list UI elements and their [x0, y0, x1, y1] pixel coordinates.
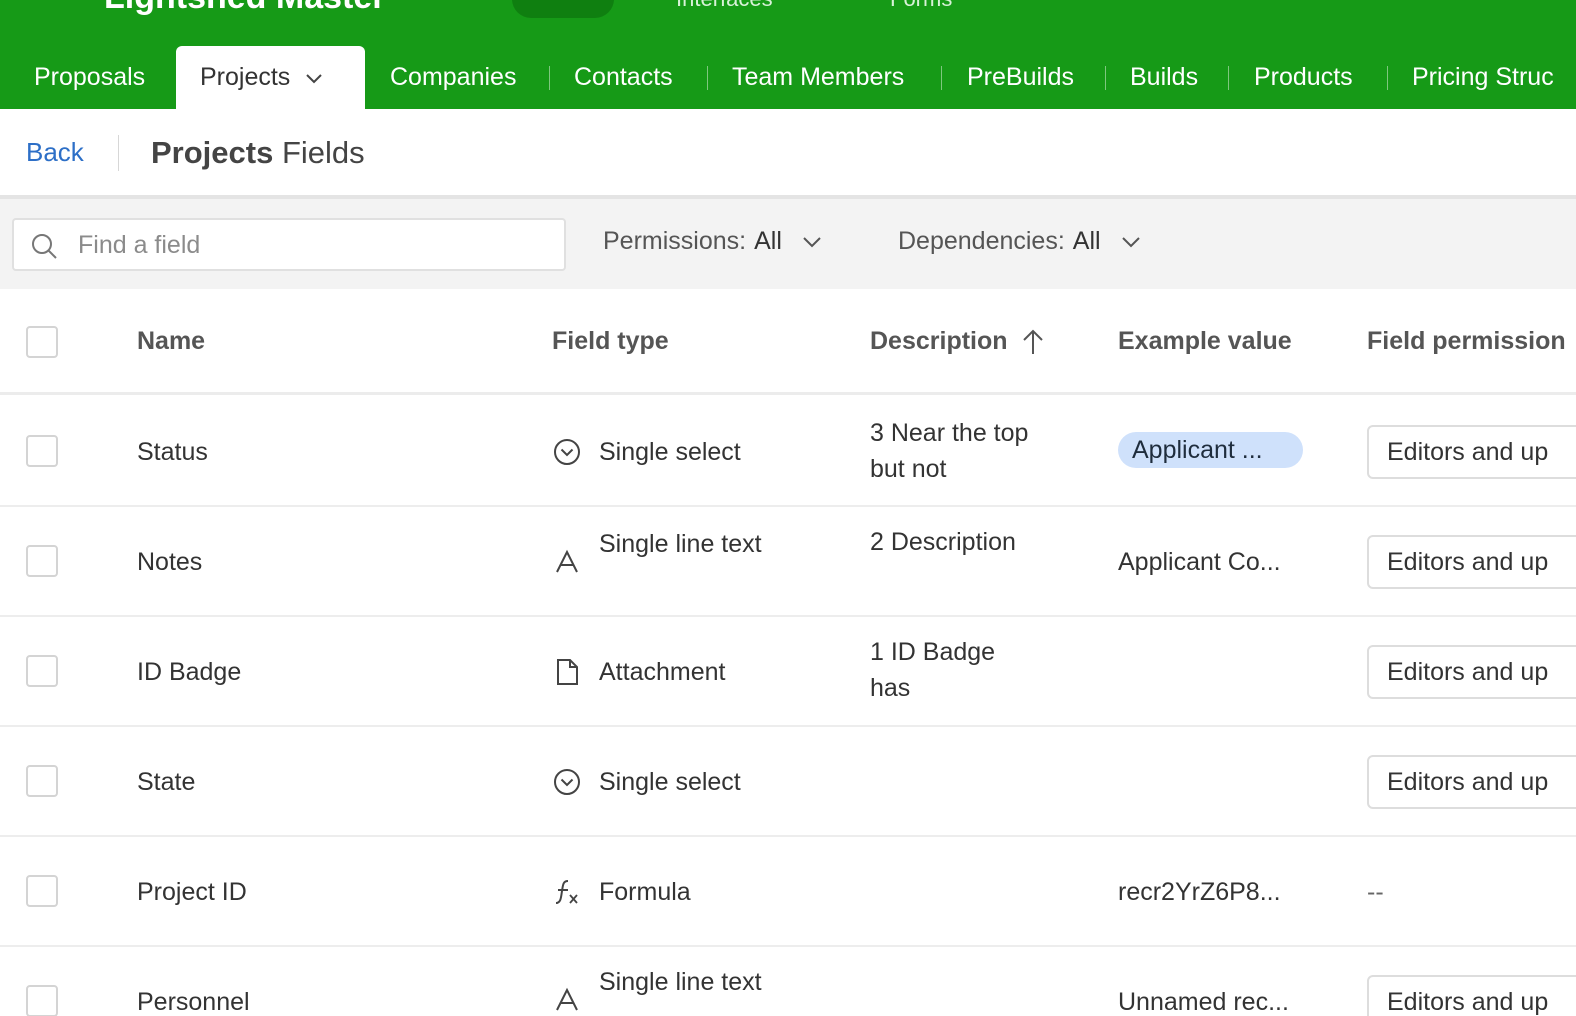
example-value: recr2YrZ6P8...	[1118, 878, 1281, 906]
interfaces-link[interactable]: Interfaces	[676, 0, 773, 12]
tab-separator	[1105, 66, 1106, 90]
tab-contacts[interactable]: Contacts	[574, 46, 673, 109]
field-description: 3 Near the top but not	[870, 419, 1029, 483]
tab-projects[interactable]: Projects	[176, 46, 365, 109]
field-type: Single select	[599, 438, 741, 466]
chevron-down-icon	[803, 236, 821, 247]
table-row[interactable]: Notes Single line text 2 Description App…	[0, 507, 1576, 617]
tab-separator	[549, 66, 550, 90]
single-select-icon	[554, 769, 580, 795]
tab-builds[interactable]: Builds	[1130, 46, 1198, 109]
table-row[interactable]: Status Single select 3 Near the top but …	[0, 397, 1576, 507]
dependencies-filter-value: All	[1072, 227, 1101, 255]
field-name: ID Badge	[137, 658, 242, 686]
table-row[interactable]: Project ID Formula recr2YrZ6P8... --	[0, 837, 1576, 947]
tab-pricing-structure[interactable]: Pricing Struc	[1412, 46, 1554, 109]
app-header: Lightshed Master Interfaces Forms	[0, 0, 1576, 46]
field-type: Single line text	[599, 968, 762, 996]
field-permission-button[interactable]: Editors and up	[1367, 645, 1576, 699]
table-row[interactable]: State Single select Editors and up	[0, 727, 1576, 837]
page-title-suffix: Fields	[273, 135, 365, 170]
example-value: Unnamed rec...	[1118, 988, 1289, 1016]
field-description: 1 ID Badge has	[870, 638, 996, 702]
field-permission-button[interactable]: Editors and up	[1367, 755, 1576, 809]
attachment-icon	[557, 659, 578, 685]
permissions-filter-value: All	[754, 227, 782, 255]
single-select-icon	[554, 439, 580, 465]
field-permission-button[interactable]: Editors and up	[1367, 425, 1576, 479]
field-type: Attachment	[599, 658, 726, 686]
search-icon	[32, 234, 57, 259]
text-icon	[556, 549, 578, 573]
row-checkbox[interactable]	[26, 875, 58, 907]
field-name: Personnel	[137, 988, 250, 1016]
field-type: Formula	[599, 878, 691, 906]
row-checkbox[interactable]	[26, 655, 58, 687]
text-icon	[556, 987, 578, 1011]
back-button[interactable]: Back	[26, 137, 84, 168]
tab-companies[interactable]: Companies	[390, 46, 516, 109]
column-header-name[interactable]: Name	[137, 327, 205, 356]
app-logo-icon	[40, 0, 80, 14]
column-header-field-type[interactable]: Field type	[552, 327, 669, 356]
fields-table-header: Name Field type Description Example valu…	[0, 289, 1576, 395]
tab-prebuilds[interactable]: PreBuilds	[967, 46, 1074, 109]
fields-page-header: Back Projects Fields	[0, 109, 1576, 199]
table-row[interactable]: ID Badge Attachment 1 ID Badge has Edito…	[0, 617, 1576, 727]
row-checkbox[interactable]	[26, 435, 58, 467]
column-header-field-permission[interactable]: Field permission	[1367, 327, 1566, 356]
tab-separator	[1387, 66, 1388, 90]
example-value: Applicant Co...	[1118, 548, 1281, 576]
page-title: Projects Fields	[151, 135, 365, 171]
permissions-filter[interactable]: Permissions: All	[603, 227, 822, 256]
field-type: Single line text	[599, 530, 762, 558]
field-name: Notes	[137, 548, 203, 576]
field-permission-text: --	[1367, 878, 1384, 906]
tab-separator	[941, 66, 942, 90]
table-tabs: Proposals Projects Companies Contacts Te…	[0, 46, 1576, 109]
dependencies-filter-label: Dependencies:	[898, 227, 1065, 255]
row-checkbox[interactable]	[26, 765, 58, 797]
base-name[interactable]: Lightshed Master	[104, 0, 385, 17]
row-checkbox[interactable]	[26, 985, 58, 1016]
field-name: Project ID	[137, 878, 247, 906]
chevron-down-icon[interactable]	[304, 68, 324, 88]
chevron-down-icon	[1121, 236, 1140, 247]
column-header-description[interactable]: Description	[870, 327, 1044, 356]
field-name: Status	[137, 438, 208, 466]
sort-ascending-icon[interactable]	[1022, 328, 1044, 356]
select-all-checkbox[interactable]	[26, 326, 58, 358]
field-type: Single select	[599, 768, 741, 796]
field-permission-button[interactable]: Editors and up	[1367, 975, 1576, 1016]
tab-proposals[interactable]: Proposals	[34, 46, 145, 109]
column-header-description-label: Description	[870, 327, 1008, 355]
dependencies-filter[interactable]: Dependencies: All	[898, 227, 1141, 256]
permissions-filter-label: Permissions:	[603, 227, 747, 255]
forms-link[interactable]: Forms	[890, 0, 952, 12]
page-title-table: Projects	[151, 135, 274, 170]
formula-icon	[555, 880, 578, 904]
row-checkbox[interactable]	[26, 545, 58, 577]
tab-products[interactable]: Products	[1254, 46, 1353, 109]
filter-bar: Permissions: All Dependencies: All	[0, 199, 1576, 289]
tab-projects-label: Projects	[200, 63, 291, 91]
search-box[interactable]	[12, 218, 566, 271]
table-row[interactable]: Personnel Single line text Unnamed rec..…	[0, 947, 1576, 1016]
data-view-pill[interactable]	[512, 0, 614, 18]
field-name: State	[137, 768, 196, 796]
tab-separator	[707, 66, 708, 90]
example-value-chip: Applicant ...	[1118, 432, 1303, 468]
field-description: 2 Description	[870, 528, 1016, 556]
tab-team-members[interactable]: Team Members	[732, 46, 904, 109]
tab-separator	[1228, 66, 1229, 90]
field-permission-button[interactable]: Editors and up	[1367, 535, 1576, 589]
divider	[118, 135, 119, 171]
column-header-example-value[interactable]: Example value	[1118, 327, 1292, 356]
search-input[interactable]	[78, 226, 548, 264]
